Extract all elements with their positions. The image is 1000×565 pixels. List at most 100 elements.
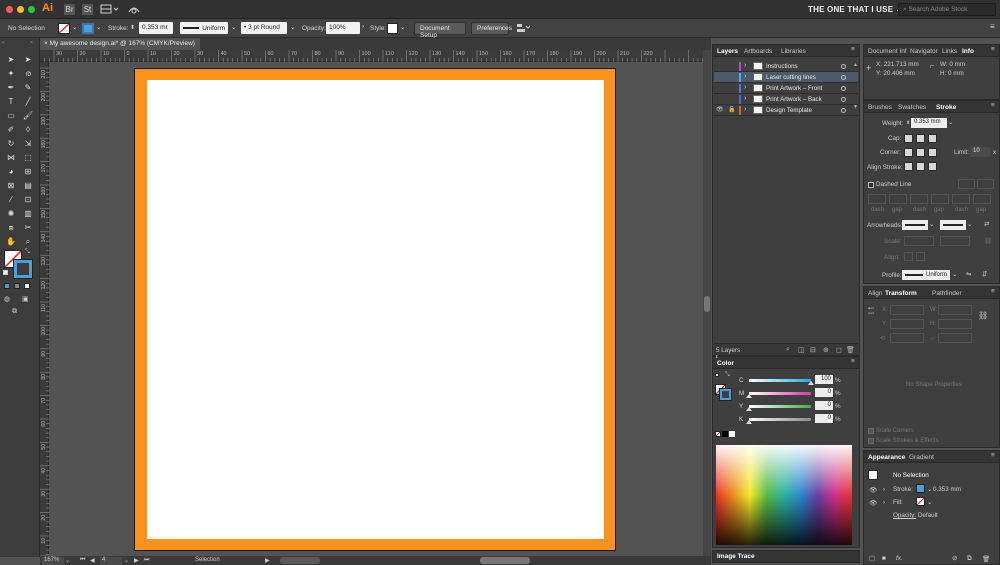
tab-libraries[interactable]: Libraries (781, 48, 806, 55)
end-arrowhead[interactable] (940, 220, 966, 230)
document-setup-button[interactable]: Document Setup (414, 22, 466, 39)
magic-wand-tool-icon[interactable]: ✦ (5, 68, 17, 79)
fill-visibility-icon[interactable]: 👁 (869, 499, 877, 507)
slider-handle[interactable] (746, 394, 752, 398)
new-layer-page-icon[interactable]: ◻ (836, 346, 842, 354)
lock-icon[interactable]: 🔒 (728, 106, 735, 113)
horizontal-scrollbar-thumb[interactable] (280, 557, 320, 564)
add-fill-icon[interactable]: ■ (882, 555, 886, 562)
end-arrow-dropdown-icon[interactable]: ⌄ (967, 221, 972, 228)
mesh-tool-icon[interactable]: ⊠ (5, 180, 17, 191)
constrain-proportions-icon[interactable]: ⛓ (978, 311, 988, 320)
round-cap-icon[interactable] (916, 134, 925, 143)
layer-name[interactable]: Print Artwork – Front (766, 85, 822, 92)
line-tool-icon[interactable]: ╱ (22, 96, 34, 107)
tab-transform[interactable]: Transform (885, 290, 917, 297)
tab-swatches[interactable]: Swatches (898, 104, 926, 111)
status-arrow-icon[interactable]: ▶ (265, 557, 270, 564)
start-scale-field[interactable] (904, 236, 934, 246)
transform-menu-icon[interactable]: ≡ (991, 288, 995, 295)
appearance-stroke-label[interactable]: Stroke: (893, 486, 913, 493)
hand-tool-icon[interactable]: ✋ (5, 236, 17, 247)
flip-along-icon[interactable]: ⇋ (966, 271, 971, 278)
transform-w-field[interactable] (938, 305, 972, 315)
slice-tool-icon[interactable]: ✂ (22, 222, 34, 233)
channel-slider[interactable] (749, 418, 811, 421)
next-artboard-icon[interactable]: ▶ (134, 557, 139, 564)
channel-slider[interactable] (749, 392, 811, 395)
add-effect-icon[interactable]: fx. (896, 555, 903, 562)
start-arrow-dropdown-icon[interactable]: ⌄ (929, 221, 934, 228)
link-scale-icon[interactable]: ⛓ (984, 237, 992, 245)
target-icon[interactable] (841, 97, 846, 102)
expand-layer-icon[interactable]: › (744, 95, 746, 102)
appearance-fill-label[interactable]: Fill: (893, 499, 903, 506)
vertical-ruler[interactable]: 210 200 190 180 170 160 150 140 130 120 110 100 90 80… (40, 62, 49, 564)
flip-across-icon[interactable]: ⇵ (982, 271, 987, 278)
slider-handle[interactable] (808, 381, 814, 385)
color-menu-icon[interactable]: ≡ (851, 358, 855, 365)
blend-tool-icon[interactable]: ⊡ (22, 194, 34, 205)
layer-name[interactable]: Laser cutting lines (766, 74, 816, 81)
target-icon[interactable] (841, 75, 846, 80)
dash-input[interactable] (973, 194, 991, 204)
appearance-stroke-swatch[interactable] (916, 484, 925, 493)
butt-cap-icon[interactable] (904, 134, 913, 143)
opacity-dropdown-icon[interactable]: › (362, 23, 364, 30)
variable-width-profile[interactable]: Uniform (180, 22, 228, 34)
horizontal-ruler[interactable]: 30 20 10 0 10 20 30 40 50 60 70 80 90 100 110 120 130 140… (40, 50, 703, 62)
tab-brushes[interactable]: Brushes (868, 104, 892, 111)
tab-pathfinder[interactable]: Pathfinder (932, 290, 962, 297)
last-artboard-icon[interactable]: ⏭ (144, 557, 149, 564)
dash-input[interactable] (910, 194, 928, 204)
scale-strokes-checkbox[interactable] (868, 438, 874, 444)
tab-gradient[interactable]: Gradient (909, 454, 934, 461)
transform-h-field[interactable] (938, 319, 972, 329)
stroke-color-swatch[interactable] (13, 259, 33, 279)
add-stroke-icon[interactable]: ▢ (869, 555, 875, 562)
lasso-tool-icon[interactable]: ര (22, 68, 34, 79)
close-window-icon[interactable] (6, 6, 13, 13)
align-center-icon[interactable] (904, 162, 913, 171)
make-clipping-mask-icon[interactable]: ◫ (798, 346, 805, 354)
tab-color[interactable]: Color (717, 360, 734, 367)
color-stroke-swatch[interactable] (719, 388, 732, 401)
arrow-tip-end-icon[interactable] (916, 252, 925, 261)
swap-arrows-icon[interactable]: ⇄ (984, 221, 989, 228)
dash-input[interactable] (889, 194, 907, 204)
color-spectrum[interactable] (716, 445, 852, 545)
tab-stroke[interactable]: Stroke (936, 104, 956, 111)
locate-object-icon[interactable]: ⌕ (786, 346, 790, 354)
shaper-tool-icon[interactable]: ✐ (5, 124, 17, 135)
pen-tool-icon[interactable]: ✒ (5, 82, 17, 93)
fill-swatch-none[interactable] (58, 23, 70, 34)
new-sublayer-icon[interactable]: ⊟ (810, 346, 816, 354)
layer-name[interactable]: Instructions (766, 63, 798, 70)
column-graph-tool-icon[interactable]: ▥ (22, 208, 34, 219)
screen-mode-icon[interactable]: ▣ (22, 295, 29, 303)
eraser-tool-icon[interactable]: ◊ (22, 124, 34, 135)
scrollbar-thumb[interactable] (704, 296, 710, 312)
layer-row[interactable]: 👁 🔒 › Design Template (714, 105, 858, 116)
artboard-dropdown-icon[interactable]: ⌄ (124, 557, 129, 564)
target-icon[interactable] (841, 108, 846, 113)
weight-stepper[interactable]: ⬍ (906, 120, 910, 126)
layer-name[interactable]: Print Artwork – Back (766, 96, 822, 103)
bevel-join-icon[interactable] (928, 148, 937, 157)
transform-y-field[interactable] (890, 319, 924, 329)
artboard-number-field[interactable]: 4 (100, 557, 122, 565)
scale-corners-checkbox[interactable] (868, 428, 874, 434)
profile-dropdown-icon[interactable]: ⌄ (231, 23, 236, 31)
slider-handle[interactable] (746, 420, 752, 424)
rotate-field[interactable] (890, 333, 924, 343)
shape-builder-tool-icon[interactable]: ◕ (5, 166, 17, 177)
arrange-icon[interactable] (516, 23, 530, 33)
appearance-opacity[interactable]: Opacity: Default (893, 512, 938, 519)
channel-slider[interactable] (749, 405, 811, 408)
stroke-menu-icon[interactable]: ≡ (991, 102, 995, 109)
dash-align-icon[interactable] (977, 179, 994, 189)
weight-dropdown-icon[interactable]: ⌄ (948, 119, 953, 126)
preferences-button[interactable]: Preferences (471, 22, 512, 35)
channel-value[interactable]: 100 (815, 375, 833, 384)
stroke-swatch[interactable] (82, 23, 94, 34)
